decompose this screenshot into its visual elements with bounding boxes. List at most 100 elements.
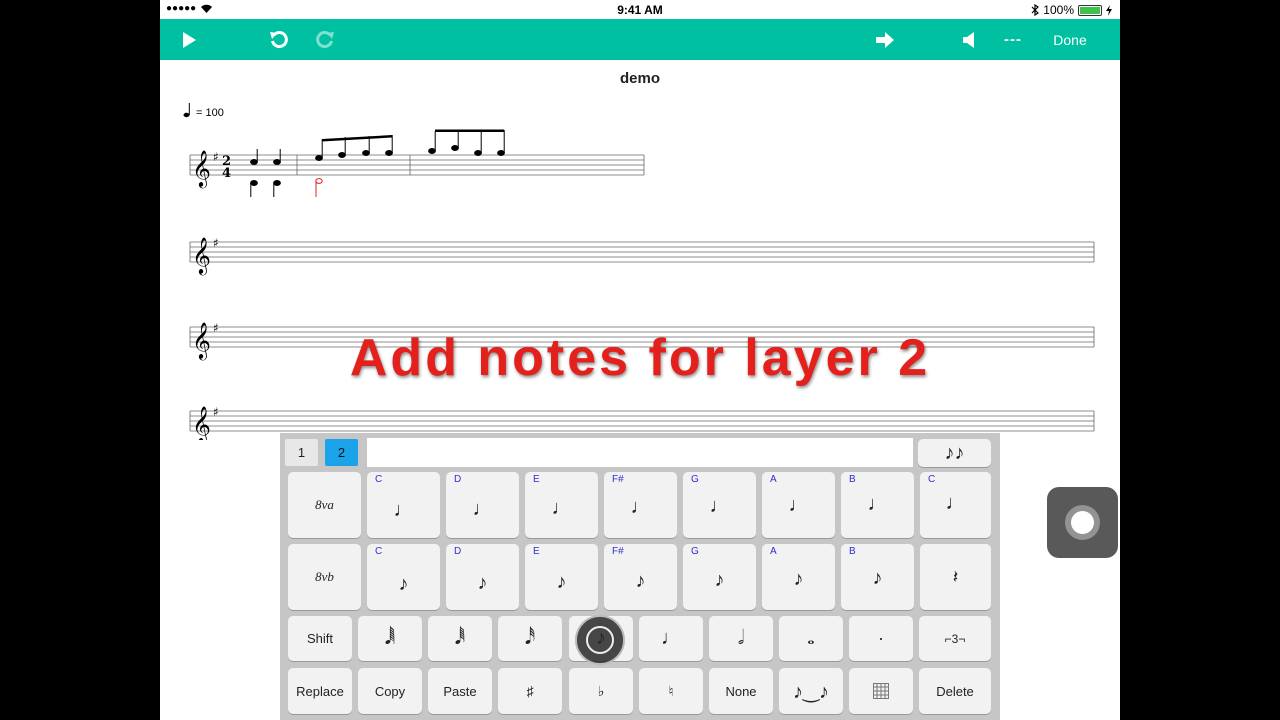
whole-note-button[interactable]: 𝅝 <box>779 616 843 661</box>
layer-input-area <box>367 438 913 467</box>
speaker-icon <box>963 31 974 48</box>
pitch-key-d[interactable]: D ♩ <box>446 472 519 538</box>
copy-button[interactable]: Copy <box>358 668 422 714</box>
sharp-button[interactable]: ♯ <box>498 668 562 714</box>
pitch-key-low-c[interactable]: C ♪ <box>367 544 440 610</box>
measure-1-notes <box>250 149 281 197</box>
note-icon: ♩ <box>393 498 414 521</box>
thirtysecond-note-button[interactable]: 𝅘𝅥𝅱 <box>428 616 492 661</box>
note-icon: ♩ <box>551 496 572 519</box>
sixteenth-note-button[interactable]: 𝅘𝅥𝅰 <box>498 616 562 661</box>
pitch-key-f-sharp[interactable]: F# ♩ <box>604 472 677 538</box>
volume-button[interactable] <box>956 19 982 60</box>
play-button[interactable] <box>174 19 204 60</box>
grid-button[interactable] <box>849 668 913 714</box>
none-button[interactable]: None <box>709 668 773 714</box>
pitch-key-low-e[interactable]: E ♪ <box>525 544 598 610</box>
delete-button[interactable]: Delete <box>919 668 991 714</box>
battery-icon <box>1078 4 1102 16</box>
status-bar: ●●●●● 9:41 AM 100% <box>160 0 1120 19</box>
staff-4 <box>189 410 1095 432</box>
done-button[interactable]: Done <box>1048 19 1092 60</box>
pitch-key-c[interactable]: C ♩ <box>367 472 440 538</box>
rest-key[interactable]: 𝄽 <box>920 544 991 610</box>
rest-icon: 𝄽 <box>952 566 959 587</box>
triplet-button[interactable]: ⌐3¬ <box>919 616 991 661</box>
score-area[interactable]: = 100 𝄞 ♯ 2 4 𝄞 ♯ 𝄞 ♯ 𝄞 ♯ <box>160 95 1120 440</box>
note-icon: ♩ <box>867 492 888 515</box>
assistive-touch-button[interactable] <box>1047 487 1118 558</box>
pitch-key-low-a[interactable]: A ♪ <box>762 544 835 610</box>
whole-note-icon: 𝅝 <box>807 628 815 648</box>
note-icon: ♪ <box>872 566 883 589</box>
key-sharp-icon: ♯ <box>213 236 219 250</box>
charging-icon <box>1106 4 1112 16</box>
pitch-key-low-b[interactable]: B ♪ <box>841 544 914 610</box>
tie-button[interactable]: ♪‿♪ <box>779 668 843 714</box>
undo-icon <box>270 30 288 48</box>
pitch-key-c-high[interactable]: C ♩ <box>920 472 991 538</box>
pitch-key-g[interactable]: G ♩ <box>683 472 756 538</box>
note-icon: ♪ <box>398 572 409 595</box>
battery-indicator: 100% <box>1031 3 1112 17</box>
layer2-red-note <box>315 178 323 197</box>
pitch-key-b[interactable]: B ♩ <box>841 472 914 538</box>
undo-button[interactable] <box>264 19 294 60</box>
measure-2-notes <box>315 135 393 197</box>
layer-tab-2[interactable]: 2 <box>325 439 358 466</box>
shift-button[interactable]: Shift <box>288 616 352 661</box>
octave-down-button[interactable]: 8vb <box>288 544 361 610</box>
grid-icon <box>873 683 889 699</box>
tempo-text: = 100 <box>196 107 224 119</box>
sixtyfourth-note-button[interactable]: 𝅘𝅥𝅲 <box>358 616 422 661</box>
flat-button[interactable]: ♭ <box>569 668 633 714</box>
pitch-key-e[interactable]: E ♩ <box>525 472 598 538</box>
score-title: demo <box>619 70 660 87</box>
battery-percent: 100% <box>1043 3 1074 17</box>
quarter-note-button[interactable]: ♩ <box>639 616 703 661</box>
overlay-caption: Add notes for layer 2 <box>349 329 931 387</box>
dot-button[interactable]: · <box>849 616 913 661</box>
time-sig-bottom: 4 <box>222 166 231 181</box>
staff-1 <box>189 154 645 176</box>
touch-indicator <box>575 615 625 665</box>
tempo-dashes[interactable]: --- <box>996 19 1030 60</box>
pitch-key-a[interactable]: A ♩ <box>762 472 835 538</box>
note-icon: ♩ <box>472 497 493 520</box>
key-sharp-icon: ♯ <box>213 150 219 164</box>
home-circle-icon <box>1071 511 1094 534</box>
layer-tab-1[interactable]: 1 <box>285 439 318 466</box>
thirtysecond-note-icon: 𝅘𝅥𝅱 <box>454 627 466 649</box>
app-screen: ●●●●● 9:41 AM 100% --- Done demo = 100 𝄞… <box>160 0 1120 720</box>
forward-button[interactable] <box>870 19 900 60</box>
paste-button[interactable]: Paste <box>428 668 492 714</box>
sixtyfourth-note-icon: 𝅘𝅥𝅲 <box>384 627 396 649</box>
beamed-eighths-button[interactable]: ♪♪ <box>918 439 991 467</box>
treble-clef-icon: 𝄞 <box>192 236 211 275</box>
note-icon: ♪ <box>556 570 567 593</box>
pitch-key-low-d[interactable]: D ♪ <box>446 544 519 610</box>
note-keyboard: 1 2 ♪♪ 8va C ♩ D ♩ E ♩ F# ♩ G ♩ A ♩ B ♩ C ♩ 8vb … <box>280 433 1000 720</box>
treble-clef-icon: 𝄞 <box>192 149 211 188</box>
pitch-key-low-f-sharp[interactable]: F# ♪ <box>604 544 677 610</box>
note-icon: ♪ <box>714 568 725 591</box>
note-icon: ♩ <box>709 494 730 517</box>
note-icon: ♪ <box>477 571 488 594</box>
redo-button[interactable] <box>310 19 340 60</box>
pitch-key-low-g[interactable]: G ♪ <box>683 544 756 610</box>
treble-clef-icon: 𝄞 <box>192 405 211 440</box>
status-time: 9:41 AM <box>617 3 663 17</box>
half-note-icon: 𝅗𝅥 <box>737 627 745 649</box>
octave-up-button[interactable]: 8va <box>288 472 361 538</box>
key-sharp-icon: ♯ <box>213 405 219 419</box>
half-note-button[interactable]: 𝅗𝅥 <box>709 616 773 661</box>
tied-notes-icon: ♪‿♪ <box>792 680 830 703</box>
replace-button[interactable]: Replace <box>288 668 352 714</box>
note-icon: ♩ <box>945 491 966 514</box>
measure-3-notes <box>428 129 505 156</box>
sixteenth-note-icon: 𝅘𝅥𝅰 <box>524 627 536 649</box>
natural-button[interactable]: ♮ <box>639 668 703 714</box>
quarter-note-icon: ♩ <box>661 627 681 649</box>
tempo-mark: = 100 <box>183 103 224 119</box>
note-icon: ♪ <box>793 567 804 590</box>
